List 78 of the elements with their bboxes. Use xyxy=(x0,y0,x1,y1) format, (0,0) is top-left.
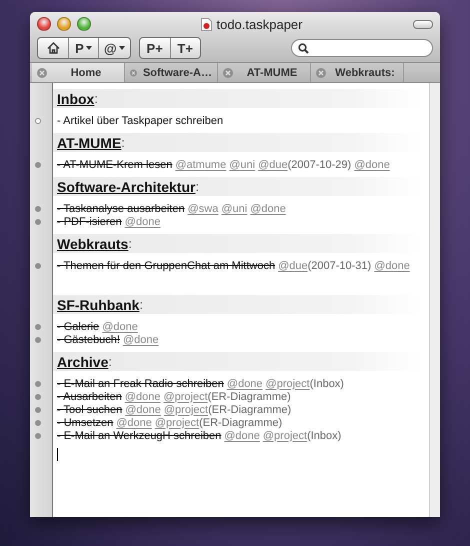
close-button[interactable] xyxy=(37,17,51,31)
tag[interactable]: @due xyxy=(278,260,308,272)
tag[interactable]: @uni xyxy=(221,202,248,214)
tag[interactable]: @project xyxy=(154,416,200,428)
project-title: Webkrauts xyxy=(57,236,128,252)
close-icon[interactable] xyxy=(37,68,47,78)
colon: : xyxy=(139,297,144,312)
tag[interactable]: @uni xyxy=(229,158,256,170)
close-icon[interactable] xyxy=(223,68,233,78)
colon: : xyxy=(195,179,200,194)
tag[interactable]: @done xyxy=(224,430,260,442)
minimize-button[interactable] xyxy=(57,17,71,31)
close-icon[interactable] xyxy=(130,68,137,78)
caret-icon xyxy=(118,46,125,50)
scrollbar[interactable] xyxy=(429,83,440,517)
tag[interactable]: @done xyxy=(374,260,410,272)
project-title: Software-Architektur xyxy=(57,178,196,194)
task-text: - Artikel über Taskpaper schreiben xyxy=(57,114,224,126)
project-title: Inbox xyxy=(57,90,94,106)
task-text: - Galerie xyxy=(57,320,100,332)
home-icon xyxy=(46,42,60,54)
task-text: - Umsetzen xyxy=(57,416,114,428)
project-title: AT-MUME xyxy=(57,134,122,150)
tag[interactable]: @atmume xyxy=(175,158,226,170)
task-text: - E-Mail an WerkzeugH schreiben xyxy=(57,430,222,442)
tab[interactable]: Software-A… xyxy=(125,63,218,82)
tag[interactable]: @done xyxy=(102,320,138,332)
colon: : xyxy=(121,135,125,150)
tag-value: (Inbox) xyxy=(307,430,342,442)
colon: : xyxy=(128,236,132,251)
document-icon xyxy=(201,18,212,30)
tag[interactable]: @done xyxy=(116,416,152,428)
task-text: - Gästebuch! xyxy=(57,334,120,346)
tag[interactable]: @done xyxy=(250,202,286,214)
text-cursor xyxy=(57,448,58,461)
task-text: - Tool suchen xyxy=(57,404,122,416)
tag-value: (ER-Diagramme) xyxy=(208,390,291,402)
search-icon xyxy=(298,42,309,54)
window-title: todo.taskpaper xyxy=(216,16,302,32)
tag[interactable]: @done xyxy=(122,334,159,346)
menu-button[interactable]: @ xyxy=(98,38,130,58)
zoom-button[interactable] xyxy=(77,17,91,31)
colon: : xyxy=(108,354,112,369)
tab[interactable]: AT-MUME xyxy=(218,63,311,82)
tag[interactable]: @project xyxy=(164,404,208,416)
add-button[interactable]: T+ xyxy=(170,38,200,58)
add-button[interactable]: P+ xyxy=(140,38,170,58)
tag[interactable]: @due xyxy=(258,158,288,170)
search-field[interactable] xyxy=(291,39,433,57)
tag[interactable]: @project xyxy=(163,390,208,402)
project-title: Archive xyxy=(57,354,108,370)
colon: : xyxy=(94,91,98,106)
caret-icon xyxy=(86,46,92,50)
tab[interactable]: Home xyxy=(32,63,125,82)
tag-value: (Inbox) xyxy=(310,378,344,390)
task-text: - Themen für den GruppenChat am Mittwoch xyxy=(57,260,276,272)
close-icon[interactable] xyxy=(316,68,326,78)
tag[interactable]: @project xyxy=(262,430,308,442)
tag[interactable]: @done xyxy=(125,404,161,416)
task-text: - AT-MUME-Krem lesen xyxy=(57,158,172,170)
task-text: - Taskanalyse ausarbeiten xyxy=(57,202,185,214)
menu-button[interactable]: P xyxy=(68,38,98,58)
tag-value: (2007-10-31) xyxy=(308,260,372,272)
tab[interactable]: Webkrauts: xyxy=(311,63,404,82)
task-text: - PDF-isieren xyxy=(57,216,122,228)
tag-value: (ER-Diagramme) xyxy=(208,404,292,416)
tag[interactable]: @done xyxy=(124,216,160,228)
task-text: - Ausarbeiten xyxy=(57,390,122,402)
tag-value: (2007-10-29) xyxy=(288,158,352,170)
tag[interactable]: @project xyxy=(266,378,310,390)
tag[interactable]: @done xyxy=(226,378,263,390)
toolbar-toggle-button[interactable] xyxy=(413,20,433,28)
tag[interactable]: @swa xyxy=(188,202,218,214)
tag[interactable]: @done xyxy=(354,158,390,170)
task-text: - E-Mail an Freak Radio schreiben xyxy=(57,378,224,390)
tag-value: (ER-Diagramme) xyxy=(199,416,282,428)
project-title: SF-Ruhbank xyxy=(57,296,140,312)
tag[interactable]: @done xyxy=(124,390,160,402)
